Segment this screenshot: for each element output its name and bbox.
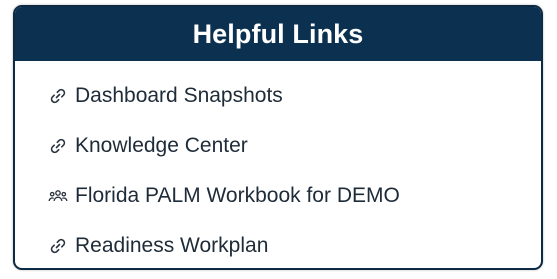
link-knowledge-center[interactable]: Knowledge Center (15, 121, 541, 171)
link-readiness-workplan[interactable]: Readiness Workplan (15, 221, 541, 268)
panel-title: Helpful Links (15, 7, 541, 61)
helpful-links-panel: Helpful Links Dashboard Snapshots Knowle… (13, 5, 543, 270)
link-label: Knowledge Center (75, 134, 248, 157)
links-list: Dashboard Snapshots Knowledge Center Flo… (15, 61, 541, 268)
link-icon (47, 85, 69, 107)
link-label: Dashboard Snapshots (75, 84, 283, 107)
link-icon (47, 135, 69, 157)
link-florida-palm-workbook[interactable]: Florida PALM Workbook for DEMO (15, 171, 541, 221)
link-label: Florida PALM Workbook for DEMO (75, 184, 400, 207)
link-label: Readiness Workplan (75, 234, 269, 257)
link-dashboard-snapshots[interactable]: Dashboard Snapshots (15, 71, 541, 121)
people-icon (47, 185, 69, 207)
link-icon (47, 235, 69, 257)
